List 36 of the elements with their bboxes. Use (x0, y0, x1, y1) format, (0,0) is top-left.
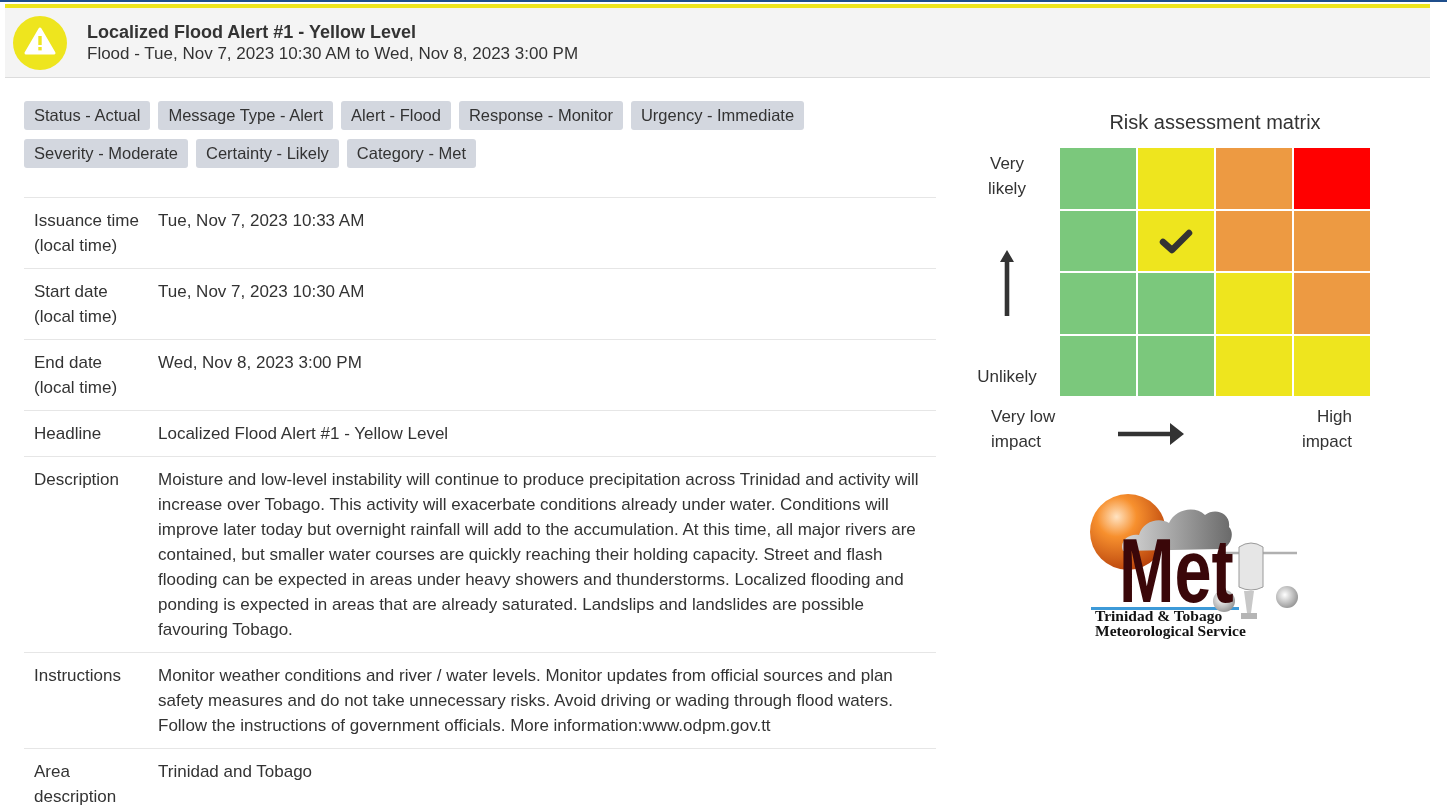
detail-value: Moisture and low-level instability will continue to produce precipitation across Trinidad and activity will increase over Tobago. This activity will exacerbate conditions already under water. Conditions will improve later today but overnight rainfall will add to the accumulation. At this time, all major rivers are contained, but smaller water courses are quickly reaching their holding capacity. Street and flash flooding can be expected in areas under heavy showers and thunderstorms. Localized flooding and ponding is expected in areas that are already saturated. Landslips and landslides are possible favouring Tobago. (158, 469, 920, 641)
detail-value: Monitor weather conditions and river / water levels. Monitor updates from official sources and plan safety measures and do not take unnecessary risks. Avoid driving or wading through flood waters. Follow the instructions of government officials. More information:www.odpm.gov.tt (158, 665, 894, 737)
alert-title: Localized Flood Alert #1 - Yellow Level (87, 20, 418, 43)
axis-label: Very low impact (991, 406, 1057, 453)
detail-label: Start date (local time) (33, 281, 119, 328)
axis-label: High impact (1300, 406, 1352, 453)
detail-label: Area description (33, 761, 118, 808)
axis-label: Unlikely (977, 366, 1037, 388)
matrix-title: Risk assessment matrix (1108, 110, 1322, 135)
check-icon (1159, 227, 1193, 254)
up-arrow-icon (1000, 249, 1014, 316)
info-tag: Alert - Flood (341, 101, 451, 130)
detail-value: Trinidad and Tobago (158, 761, 314, 783)
logo-wordmark: Met (1119, 535, 1234, 607)
detail-value: Localized Flood Alert #1 - Yellow Level (158, 423, 450, 445)
detail-label: Instructions (33, 665, 122, 687)
logo-caption: Trinidad & Tobago (1095, 608, 1223, 623)
logo-caption: Meteorological Service (1095, 623, 1246, 638)
info-tag: Certainty - Likely (196, 139, 339, 168)
info-tag: Urgency - Immediate (630, 101, 805, 130)
info-tag: Severity - Moderate (24, 139, 188, 168)
detail-label: Description (33, 469, 121, 491)
info-tag: Category - Met (346, 139, 476, 168)
alert-subtitle: Flood - Tue, Nov 7, 2023 10:30 AM to Wed, Nov 8, 2023 3:00 PM (87, 42, 579, 65)
info-tag: Status - Actual (24, 101, 151, 130)
detail-value: Wed, Nov 8, 2023 3:00 PM (158, 352, 363, 374)
detail-label: Headline (33, 423, 103, 445)
info-tag: Response - Monitor (458, 101, 623, 130)
warning-icon (13, 15, 67, 70)
right-arrow-icon (1118, 423, 1184, 445)
info-tag: Message Type - Alert (158, 101, 334, 130)
detail-label: Issuance time (local time) (33, 210, 140, 257)
detail-label: End date (local time) (33, 352, 119, 399)
axis-label: Very likely (987, 153, 1027, 200)
detail-value: Tue, Nov 7, 2023 10:30 AM (158, 281, 366, 303)
detail-value: Tue, Nov 7, 2023 10:33 AM (158, 210, 366, 232)
